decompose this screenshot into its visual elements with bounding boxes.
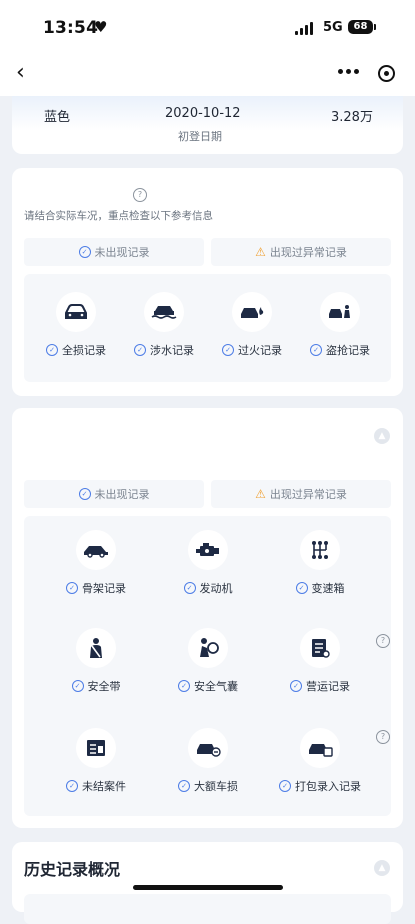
mileage-value: 3.28万: [331, 110, 373, 125]
item-theft-label: 盗抢记录: [326, 344, 370, 357]
item-operation[interactable]: ✓ 营运记录: [270, 628, 370, 694]
item-engine[interactable]: ✓ 发动机: [158, 530, 258, 596]
item-airbag[interactable]: ✓ 安全气囊: [158, 628, 258, 694]
home-indicator[interactable]: [133, 885, 283, 890]
history-card: 历史记录概况 ▲: [12, 842, 403, 924]
item-total-loss[interactable]: ✓ 全损记录: [46, 292, 106, 358]
bundle-record-icon: [300, 728, 340, 768]
item-frame[interactable]: ✓ 骨架记录: [46, 530, 146, 596]
vehicle-condition-card: ▲ ✓ 未出现记录 ⚠ 出现过异常记录 ✓ 骨架记录 ✓ 发动机 ✓ 变速箱 ✓…: [12, 408, 403, 828]
item-theft[interactable]: ✓ 盗抢记录: [310, 292, 370, 358]
item-seatbelt-label: 安全带: [87, 680, 121, 693]
more-options-icon[interactable]: [338, 69, 359, 74]
item-bundle-record[interactable]: ✓ 打包录入记录: [270, 728, 370, 794]
item-seatbelt[interactable]: ✓ 安全带: [46, 628, 146, 694]
item-airbag-label: 安全气囊: [194, 680, 238, 693]
help-icon[interactable]: ?: [133, 188, 147, 202]
seatbelt-icon: [76, 628, 116, 668]
item-major-damage[interactable]: ✓ 大额车损: [158, 728, 258, 794]
status-time: 13:54: [43, 18, 99, 38]
legend-no-record: ✓ 未出现记录: [24, 238, 204, 266]
car-total-loss-icon: [56, 292, 96, 332]
history-title: 历史记录概况: [24, 860, 121, 879]
gearbox-icon: [300, 530, 340, 570]
legend-abnormal: ⚠ 出现过异常记录: [211, 480, 391, 508]
item-operation-label: 营运记录: [306, 680, 350, 693]
open-case-icon: [76, 728, 116, 768]
legend-abnormal: ⚠ 出现过异常记录: [211, 238, 391, 266]
item-gearbox-label: 变速箱: [311, 582, 345, 595]
nav-bar: ‹: [0, 56, 415, 96]
status-bar: 13:54 ♥ 5G 68: [0, 0, 415, 56]
item-frame-label: 骨架记录: [82, 582, 126, 595]
item-engine-label: 发动机: [199, 582, 233, 595]
item-flood-label: 涉水记录: [150, 344, 194, 357]
help-icon[interactable]: ?: [376, 730, 390, 744]
major-accident-card: ? 请结合实际车况，重点检查以下参考信息 ✓ 未出现记录 ⚠ 出现过异常记录 ✓…: [12, 168, 403, 396]
item-open-case-label: 未结案件: [82, 780, 126, 793]
engine-icon: [188, 530, 228, 570]
collapse-icon[interactable]: ▲: [374, 860, 390, 876]
car-fire-icon: [232, 292, 272, 332]
first-registration-date: 2020-10-12: [165, 106, 241, 121]
heart-icon: ♥: [94, 18, 108, 36]
back-icon[interactable]: ‹: [16, 60, 25, 85]
help-icon[interactable]: ?: [376, 634, 390, 648]
accident-items-grid: ✓ 全损记录 ✓ 涉水记录 ✓ 过火记录 ✓ 盗抢记录: [24, 274, 391, 382]
legend-no-record: ✓ 未出现记录: [24, 480, 204, 508]
legend-abnormal-label: 出现过异常记录: [269, 488, 347, 501]
item-open-case[interactable]: ✓ 未结案件: [46, 728, 146, 794]
warning-icon: ⚠: [255, 245, 266, 259]
vehicle-info-card: 蓝色 2020-10-12 初登日期 3.28万: [12, 96, 403, 154]
history-content: [24, 894, 391, 924]
condition-items-grid: ✓ 骨架记录 ✓ 发动机 ✓ 变速箱 ✓ 安全带 ✓ 安全气囊 ✓ 营运记录 ✓…: [24, 516, 391, 816]
car-flood-icon: [144, 292, 184, 332]
item-major-damage-label: 大额车损: [194, 780, 238, 793]
operation-record-icon: [300, 628, 340, 668]
battery-icon: 68: [348, 20, 376, 34]
first-registration-label: 初登日期: [178, 130, 222, 143]
item-fire-label: 过火记录: [238, 344, 282, 357]
major-damage-icon: [188, 728, 228, 768]
close-miniprogram-icon[interactable]: [378, 65, 395, 82]
legend-abnormal-label: 出现过异常记录: [269, 246, 347, 259]
legend-no-record-label: 未出现记录: [94, 488, 150, 501]
check-circle-icon: ✓: [78, 246, 91, 258]
car-theft-icon: [320, 292, 360, 332]
item-fire[interactable]: ✓ 过火记录: [222, 292, 282, 358]
color-value: 蓝色: [44, 110, 71, 125]
item-flood[interactable]: ✓ 涉水记录: [134, 292, 194, 358]
warning-icon: ⚠: [255, 487, 266, 501]
airbag-icon: [188, 628, 228, 668]
collapse-icon[interactable]: ▲: [374, 428, 390, 444]
network-type: 5G: [323, 20, 343, 35]
legend-no-record-label: 未出现记录: [94, 246, 150, 259]
item-gearbox[interactable]: ✓ 变速箱: [270, 530, 370, 596]
signal-icon: [295, 22, 313, 35]
item-bundle-record-label: 打包录入记录: [295, 780, 361, 793]
check-circle-icon: ✓: [78, 488, 91, 500]
car-frame-icon: [76, 530, 116, 570]
check-note: 请结合实际车况，重点检查以下参考信息: [24, 210, 213, 222]
item-total-loss-label: 全损记录: [62, 344, 106, 357]
